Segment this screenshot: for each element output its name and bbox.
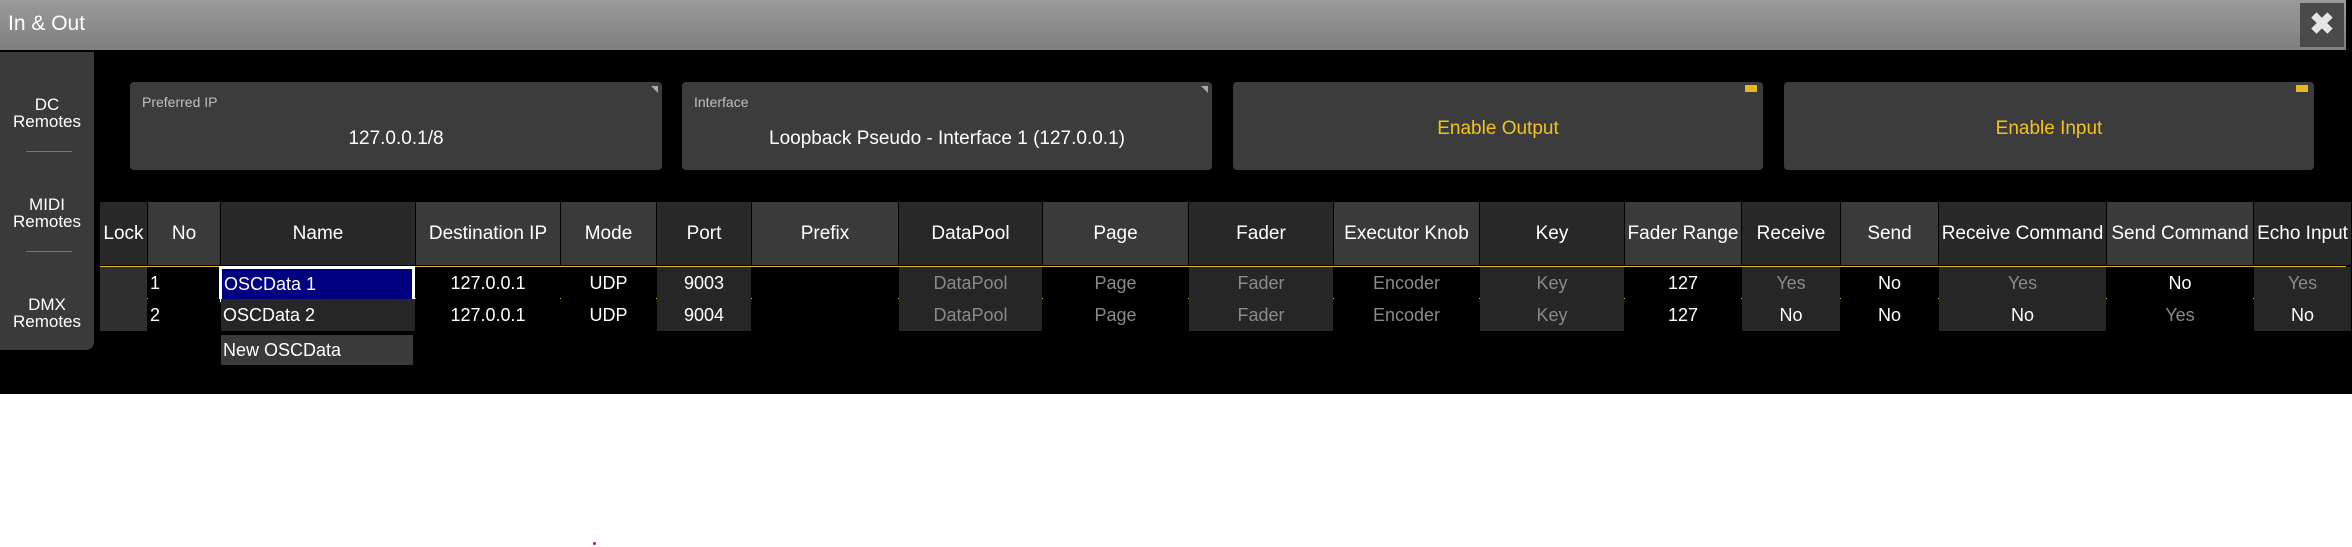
cell-datapool[interactable]: DataPool — [899, 299, 1042, 331]
column-header-receive-command[interactable]: Receive Command — [1939, 202, 2106, 265]
sidebar-item-midi-remotes[interactable]: MIDI Remotes — [0, 168, 94, 258]
in-out-window: In & Out ✖ DC Remotes MIDI Remotes DMX R… — [0, 0, 2352, 394]
close-icon[interactable]: ✖ — [2300, 3, 2344, 47]
cell-fader-range[interactable]: 127 — [1625, 299, 1741, 331]
cell-page[interactable]: Page — [1043, 299, 1188, 331]
sidebar-divider — [26, 151, 72, 152]
red-dot — [593, 542, 596, 545]
column-header-fader[interactable]: Fader — [1189, 202, 1333, 265]
cell-send-command[interactable]: Yes — [2107, 299, 2253, 331]
interface-label: Interface — [694, 94, 749, 110]
cell-receive[interactable]: No — [1742, 299, 1840, 331]
cell-mode[interactable]: UDP — [561, 299, 656, 331]
input-indicator-icon — [2296, 85, 2308, 92]
sidebar-item-dmx-remotes[interactable]: DMX Remotes — [0, 268, 94, 358]
cell-datapool[interactable]: DataPool — [899, 267, 1042, 299]
cell-no[interactable]: 1 — [148, 267, 220, 299]
title-bar: In & Out ✖ — [0, 0, 2346, 50]
column-header-prefix[interactable]: Prefix — [752, 202, 898, 265]
enable-input-label: Enable Input — [1995, 118, 2103, 139]
column-header-lock[interactable]: Lock — [100, 202, 147, 265]
interface-value: Loopback Pseudo - Interface 1 (127.0.0.1… — [769, 128, 1125, 149]
cell-executor-knob[interactable]: Encoder — [1334, 267, 1479, 299]
column-header-name[interactable]: Name — [221, 202, 415, 265]
cell-lock[interactable] — [100, 299, 147, 331]
cell-dest-ip[interactable]: 127.0.0.1 — [416, 299, 560, 331]
column-header-port[interactable]: Port — [657, 202, 751, 265]
column-header-page[interactable]: Page — [1043, 202, 1188, 265]
table-row[interactable]: 1 OSCData 1 127.0.0.1 UDP 9003 DataPool Page Fa… — [100, 266, 2351, 302]
cell-name[interactable]: OSCData 1 — [219, 266, 415, 302]
cell-echo-input[interactable]: No — [2254, 299, 2351, 331]
cell-key[interactable]: Key — [1480, 267, 1624, 299]
window-title: In & Out — [8, 12, 86, 35]
cell-port[interactable]: 9004 — [657, 299, 751, 331]
column-header-echo-input[interactable]: Echo Input — [2254, 202, 2351, 265]
cell-prefix[interactable] — [752, 267, 898, 299]
cell-fader-range[interactable]: 127 — [1625, 267, 1741, 299]
sidebar-divider — [26, 251, 72, 252]
column-header-executor-knob[interactable]: Executor Knob — [1334, 202, 1479, 265]
cell-echo-input[interactable]: Yes — [2254, 267, 2351, 299]
interface-field[interactable]: Interface Loopback Pseudo - Interface 1 … — [682, 82, 1212, 170]
enable-output-label: Enable Output — [1437, 118, 1559, 139]
column-header-destination-ip[interactable]: Destination IP — [416, 202, 560, 265]
cell-mode[interactable]: UDP — [561, 267, 656, 299]
preferred-ip-value: 127.0.0.1/8 — [348, 128, 444, 149]
cell-fader[interactable]: Fader — [1189, 267, 1333, 299]
column-header-receive[interactable]: Receive — [1742, 202, 1840, 265]
column-header-send[interactable]: Send — [1841, 202, 1938, 265]
cell-no[interactable]: 2 — [148, 299, 220, 331]
preferred-ip-field[interactable]: Preferred IP 127.0.0.1/8 — [130, 82, 662, 170]
cell-send-command[interactable]: No — [2107, 267, 2253, 299]
cell-receive-command[interactable]: Yes — [1939, 267, 2106, 299]
corner-marker-icon — [1201, 86, 1208, 93]
output-indicator-icon — [1745, 85, 1757, 92]
cell-prefix[interactable] — [752, 299, 898, 331]
sidebar: DC Remotes MIDI Remotes DMX Remotes — [0, 52, 94, 350]
column-header-send-command[interactable]: Send Command — [2107, 202, 2253, 265]
column-header-mode[interactable]: Mode — [561, 202, 656, 265]
cell-lock[interactable] — [100, 267, 147, 299]
sidebar-item-label: DC Remotes — [12, 95, 82, 131]
cell-send[interactable]: No — [1841, 267, 1938, 299]
enable-input-button[interactable]: Enable Input — [1784, 82, 2314, 170]
cell-executor-knob[interactable]: Encoder — [1334, 299, 1479, 331]
enable-output-button[interactable]: Enable Output — [1233, 82, 1763, 170]
column-header-datapool[interactable]: DataPool — [899, 202, 1042, 265]
cell-name[interactable]: OSCData 2 — [221, 299, 415, 331]
cell-page[interactable]: Page — [1043, 267, 1188, 299]
table-row[interactable]: 2 OSCData 2 127.0.0.1 UDP 9004 DataPool Page Fa… — [100, 299, 2351, 331]
sidebar-item-label: MIDI Remotes — [12, 195, 82, 231]
column-header-no[interactable]: No — [148, 202, 220, 265]
column-header-key[interactable]: Key — [1480, 202, 1624, 265]
sidebar-item-dc-remotes[interactable]: DC Remotes — [0, 68, 94, 158]
cell-send[interactable]: No — [1841, 299, 1938, 331]
column-header-fader-range[interactable]: Fader Range — [1625, 202, 1741, 265]
cell-port[interactable]: 9003 — [657, 267, 751, 299]
sidebar-item-label: DMX Remotes — [12, 295, 82, 331]
cell-receive[interactable]: Yes — [1742, 267, 1840, 299]
corner-marker-icon — [651, 86, 658, 93]
cell-key[interactable]: Key — [1480, 299, 1624, 331]
new-osc-data-row[interactable]: New OSCData — [221, 335, 413, 365]
cell-receive-command[interactable]: No — [1939, 299, 2106, 331]
cell-fader[interactable]: Fader — [1189, 299, 1333, 331]
cell-dest-ip[interactable]: 127.0.0.1 — [416, 267, 560, 299]
preferred-ip-label: Preferred IP — [142, 94, 218, 110]
